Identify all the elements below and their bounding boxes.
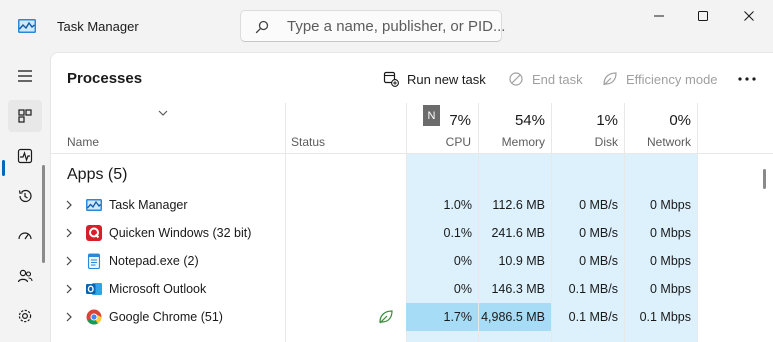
process-row-outlook[interactable]: Microsoft Outlook 0% 146.3 MB 0.1 MB/s 0…	[51, 275, 773, 303]
network-value: 0 Mbps	[650, 226, 691, 240]
memory-value: 10.9 MB	[498, 254, 545, 268]
process-row-quicken[interactable]: Quicken Windows (32 bit) 0.1% 241.6 MB 0…	[51, 219, 773, 247]
nav-item-app-history[interactable]	[8, 180, 42, 212]
process-name: Quicken Windows (32 bit)	[109, 226, 252, 240]
title-bar: Task Manager Type a name, publisher, or …	[0, 0, 773, 52]
hamburger-icon	[18, 70, 32, 82]
history-icon	[18, 189, 32, 203]
process-name: Notepad.exe (2)	[109, 254, 199, 268]
cpu-total-percent[interactable]: 7%	[411, 112, 471, 129]
cpu-value: 0%	[453, 254, 472, 268]
more-dots-icon	[738, 77, 756, 81]
expand-chevron-icon[interactable]	[66, 228, 72, 238]
task-manager-app-icon	[18, 19, 36, 33]
memory-value: 112.6 MB	[492, 198, 545, 212]
end-task-label: End task	[532, 71, 583, 87]
nav-item-performance[interactable]	[8, 140, 42, 172]
performance-icon	[17, 148, 33, 164]
nav-item-settings[interactable]	[8, 300, 42, 332]
network-value: 0 Mbps	[650, 198, 691, 212]
process-row-chrome[interactable]: Google Chrome (51) 1.7% 4,986.5 MB 0.1 M…	[51, 303, 773, 331]
search-icon	[255, 20, 269, 34]
expand-chevron-icon[interactable]	[66, 284, 72, 294]
gear-icon	[18, 309, 32, 323]
efficiency-mode-button[interactable]: Efficiency mode	[602, 67, 718, 91]
task-manager-icon	[86, 199, 102, 211]
nav-scrollbar[interactable]	[42, 165, 45, 263]
nav-item-startup-apps[interactable]	[8, 220, 42, 252]
column-header-network[interactable]: Network	[631, 135, 691, 149]
table-scrollbar[interactable]	[763, 169, 766, 189]
process-name: Task Manager	[109, 198, 188, 212]
maximize-icon	[698, 11, 708, 21]
processes-panel: Processes Run new task End task Efficien…	[50, 52, 773, 342]
efficiency-status-leaf-icon	[379, 310, 393, 324]
minimize-button[interactable]	[636, 0, 682, 32]
nav-item-processes[interactable]	[8, 100, 42, 132]
nav-item-users[interactable]	[8, 260, 42, 292]
window-title: Task Manager	[57, 19, 139, 34]
startup-speedometer-icon	[18, 232, 32, 240]
network-value: 0 Mbps	[650, 254, 691, 268]
users-icon	[17, 269, 33, 283]
cpu-value: 0%	[453, 282, 472, 296]
memory-total-percent[interactable]: 54%	[481, 112, 545, 129]
left-navigation	[0, 52, 50, 342]
apps-group-header[interactable]: Apps (5)	[67, 166, 127, 184]
chrome-icon	[86, 309, 102, 325]
network-total-percent[interactable]: 0%	[631, 112, 691, 129]
run-new-task-icon	[383, 71, 399, 87]
memory-value: 241.6 MB	[491, 226, 545, 240]
expand-chevron-icon[interactable]	[66, 312, 72, 322]
efficiency-leaf-icon	[603, 72, 617, 86]
disk-value: 0 MB/s	[579, 254, 618, 268]
close-icon	[744, 11, 754, 21]
disk-value: 0.1 MB/s	[568, 282, 618, 296]
process-row-task-manager[interactable]: Task Manager 1.0% 112.6 MB 0 MB/s 0 Mbps	[51, 191, 773, 219]
hamburger-menu-button[interactable]	[8, 60, 42, 92]
search-placeholder[interactable]: Type a name, publisher, or PID...	[287, 18, 505, 35]
network-value: 0 Mbps	[650, 282, 691, 296]
disk-value: 0.1 MB/s	[568, 310, 618, 324]
column-header-disk[interactable]: Disk	[558, 135, 618, 149]
process-row-notepad[interactable]: Notepad.exe (2) 0% 10.9 MB 0 MB/s 0 Mbps	[51, 247, 773, 275]
column-header-name[interactable]: Name	[67, 135, 99, 149]
outlook-icon	[86, 283, 102, 295]
page-title: Processes	[67, 70, 143, 87]
efficiency-mode-label: Efficiency mode	[626, 71, 718, 87]
sort-chevron-down-icon[interactable]	[158, 110, 168, 116]
nav-selection-indicator	[2, 160, 5, 176]
process-name: Google Chrome (51)	[109, 310, 223, 324]
expand-chevron-icon[interactable]	[66, 200, 72, 210]
memory-value: 146.3 MB	[491, 282, 545, 296]
end-task-button[interactable]: End task	[508, 67, 583, 91]
run-new-task-button[interactable]: Run new task	[383, 67, 486, 91]
search-box[interactable]: Type a name, publisher, or PID...	[240, 10, 505, 42]
column-header-memory[interactable]: Memory	[481, 135, 545, 149]
quicken-icon	[86, 225, 102, 241]
disk-value: 0 MB/s	[579, 226, 618, 240]
cpu-value: 0.1%	[443, 226, 473, 240]
cpu-value: 1.0%	[443, 198, 473, 212]
column-header-cpu[interactable]: CPU	[411, 135, 471, 149]
more-options-button[interactable]	[735, 67, 759, 91]
disk-total-percent[interactable]: 1%	[558, 112, 618, 129]
notepad-icon	[87, 253, 101, 269]
process-name: Microsoft Outlook	[109, 282, 207, 296]
close-button[interactable]	[726, 0, 772, 32]
cpu-value: 1.7%	[443, 310, 473, 324]
disk-value: 0 MB/s	[579, 198, 618, 212]
memory-value: 4,986.5 MB	[481, 310, 545, 324]
column-header-status[interactable]: Status	[291, 135, 325, 149]
run-new-task-label: Run new task	[407, 71, 486, 87]
expand-chevron-icon[interactable]	[66, 256, 72, 266]
maximize-button[interactable]	[680, 0, 726, 32]
network-value: 0.1 Mbps	[639, 310, 691, 324]
processes-icon	[18, 109, 32, 123]
end-task-icon	[509, 72, 523, 86]
minimize-icon	[654, 15, 664, 17]
